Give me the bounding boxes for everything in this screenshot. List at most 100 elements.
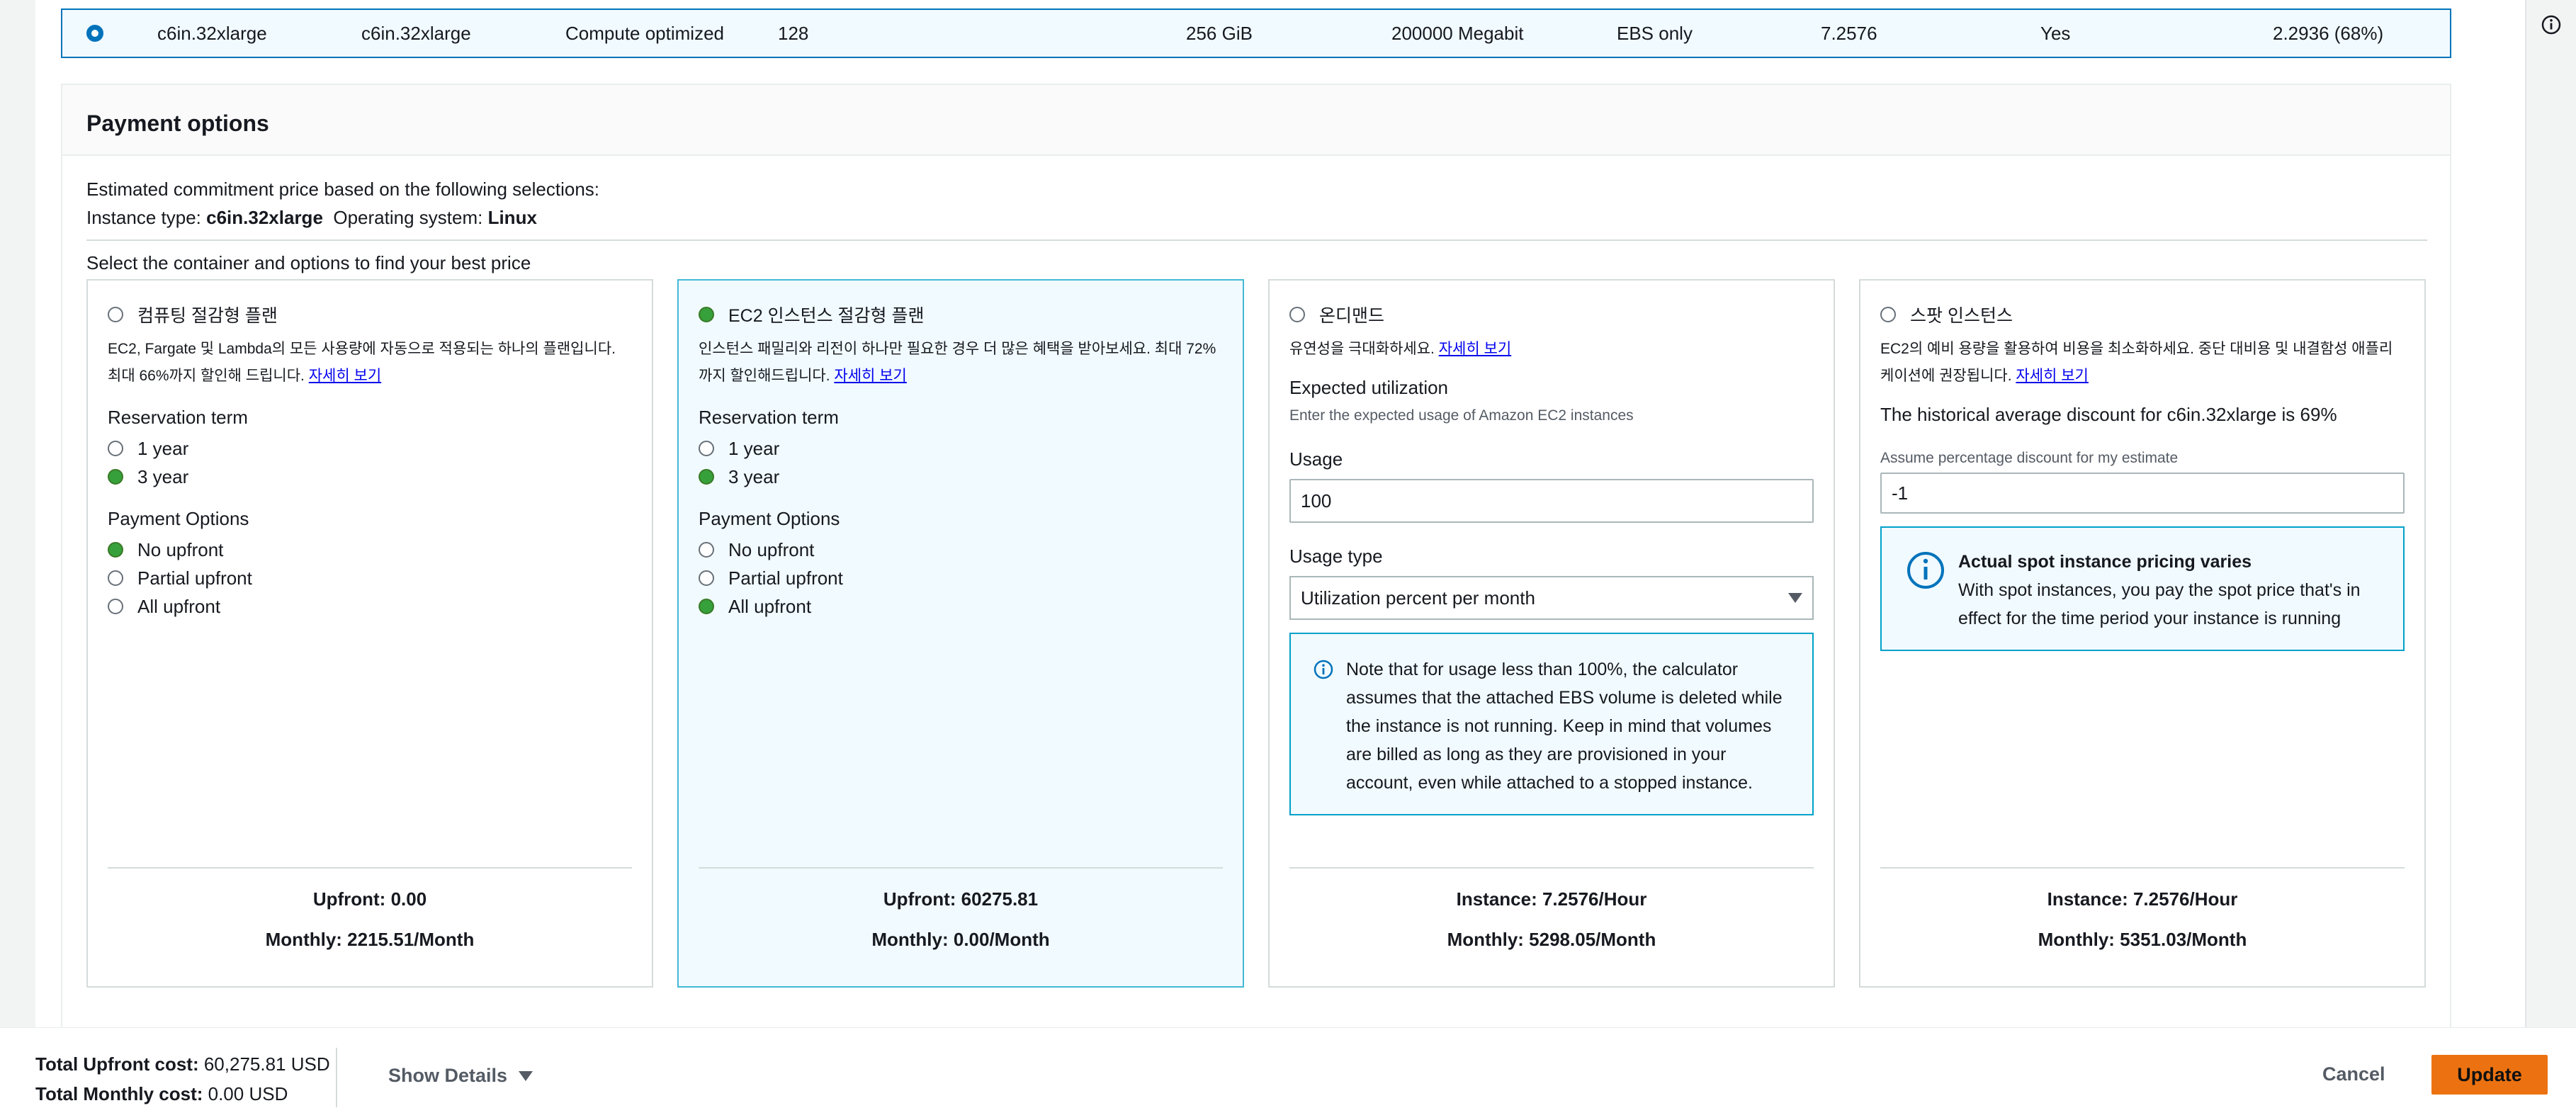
radio-off-icon[interactable] (108, 570, 123, 586)
ec2-term-3yr[interactable]: 3 year (699, 463, 1223, 491)
card-compute-title: 컴퓨팅 절감형 플랜 (137, 306, 278, 326)
card-spot-learn-more-link[interactable]: 자세히 보기 (2016, 368, 2088, 384)
assume-discount-value: -1 (1892, 482, 1909, 504)
instance-type-label: Instance type: (86, 207, 201, 228)
os-label: Operating system: (333, 207, 483, 228)
row-flag: Yes (2040, 22, 2071, 44)
card-ondemand-radio[interactable] (1289, 307, 1305, 322)
payment-options-section: Payment options Estimated commitment pri… (61, 84, 2451, 1027)
spot-alert-title: Actual spot instance pricing varies (1958, 552, 2252, 572)
radio-off-icon[interactable] (108, 441, 123, 456)
row-savings: 2.2936 (68%) (2273, 22, 2384, 44)
card-compute-savings-plan[interactable]: 컴퓨팅 절감형 플랜 EC2, Fargate 및 Lambda의 모든 사용량… (86, 279, 653, 988)
radio-on-icon[interactable] (108, 469, 123, 485)
ec2-term-1yr-label: 1 year (728, 437, 780, 459)
ec2-pay-partial-upfront[interactable]: Partial upfront (699, 564, 1223, 592)
expected-utilization-help: Enter the expected usage of Amazon EC2 i… (1289, 407, 1634, 424)
spot-pricing-alert: Actual spot instance pricing varies With… (1880, 526, 2405, 651)
radio-on-icon[interactable] (699, 469, 714, 485)
usage-type-value: Utilization percent per month (1301, 587, 1535, 609)
usage-input-value: 100 (1301, 490, 1332, 511)
card-ondemand-desc-text: 유연성을 극대화하세요. (1289, 341, 1435, 357)
card-ondemand-learn-more-link[interactable]: 자세히 보기 (1439, 341, 1511, 357)
spot-monthly-price: Monthly: 5351.03/Month (2038, 929, 2247, 950)
card-ec2-instance-savings-plan[interactable]: EC2 인스턴스 절감형 플랜 인스턴스 패밀리와 리전이 하나만 필요한 경우… (677, 279, 1244, 988)
compute-term-1yr[interactable]: 1 year (108, 434, 632, 463)
compute-term-3yr[interactable]: 3 year (108, 463, 632, 491)
row-memory: 256 GiB (1186, 22, 1253, 44)
card-ec2-title: EC2 인스턴스 절감형 플랜 (728, 306, 925, 326)
ec2-pay-partial-label: Partial upfront (728, 567, 843, 589)
total-upfront: Total Upfront cost: 60,275.81 USD (35, 1053, 330, 1075)
caret-down-icon (519, 1070, 533, 1081)
row-storage: EBS only (1617, 22, 1693, 44)
card-ec2-learn-more-link[interactable]: 자세히 보기 (834, 368, 906, 384)
total-monthly: Total Monthly cost: 0.00 USD (35, 1083, 288, 1105)
ec2-pay-all-upfront[interactable]: All upfront (699, 592, 1223, 621)
row-radio-selected[interactable] (86, 25, 103, 42)
card-spot-title: 스팟 인스턴스 (1910, 306, 2013, 326)
compute-pay-no-upfront[interactable]: No upfront (108, 536, 632, 564)
assume-discount-input[interactable]: -1 (1880, 473, 2405, 514)
ec2-pay-all-label: All upfront (728, 595, 812, 617)
ec2-payment-label: Payment Options (699, 508, 840, 529)
compute-term-3yr-label: 3 year (137, 465, 189, 487)
compute-upfront-price: Upfront: 0.00 (312, 888, 427, 910)
selected-instance-row[interactable]: c6in.32xlarge c6in.32xlarge Compute opti… (61, 9, 2451, 58)
compute-pay-no-label: No upfront (137, 538, 224, 560)
card-spot-radio[interactable] (1880, 307, 1896, 322)
radio-on-icon[interactable] (108, 542, 123, 558)
compute-pay-all-label: All upfront (137, 595, 221, 617)
radio-off-icon[interactable] (108, 599, 123, 614)
info-icon[interactable] (2541, 14, 2562, 35)
total-upfront-value: 60,275.81 USD (203, 1053, 330, 1075)
ec2-term-label: Reservation term (699, 407, 839, 428)
section-divider (86, 239, 2427, 241)
row-family: Compute optimized (565, 22, 724, 44)
ec2-upfront-price: Upfront: 60275.81 (883, 888, 1039, 910)
card-compute-radio[interactable] (108, 307, 123, 322)
row-vcpus: 128 (778, 22, 809, 44)
instance-type-value: c6in.32xlarge (206, 207, 323, 228)
radio-off-icon[interactable] (699, 441, 714, 456)
ec2-pay-no-upfront[interactable]: No upfront (699, 536, 1223, 564)
show-details-label: Show Details (388, 1065, 508, 1086)
radio-off-icon[interactable] (699, 570, 714, 586)
radio-off-icon[interactable] (699, 542, 714, 558)
card-compute-desc: EC2, Fargate 및 Lambda의 모든 사용량에 자동으로 적용되는… (108, 336, 632, 390)
row-instance-name: c6in.32xlarge (157, 22, 267, 44)
card-spot-title-row[interactable]: 스팟 인스턴스 (1880, 302, 2405, 327)
update-button[interactable]: Update (2431, 1055, 2548, 1095)
usage-type-label: Usage type (1289, 545, 1383, 567)
card-on-demand[interactable]: 온디맨드 유연성을 극대화하세요. 자세히 보기 Expected utiliz… (1268, 279, 1835, 988)
card-compute-learn-more-link[interactable]: 자세히 보기 (309, 368, 381, 384)
cancel-button[interactable]: Cancel (2322, 1063, 2385, 1085)
os-value: Linux (487, 207, 537, 228)
usage-note-box: Note that for usage less than 100%, the … (1289, 633, 1814, 815)
usage-note-text: Note that for usage less than 100%, the … (1346, 660, 1783, 793)
card-ec2-title-row[interactable]: EC2 인스턴스 절감형 플랜 (699, 302, 1223, 327)
usage-input[interactable]: 100 (1289, 479, 1814, 523)
card-compute-footer: Upfront: 0.00 Monthly: 2215.51/Month (108, 867, 632, 951)
compute-pay-all-upfront[interactable]: All upfront (108, 592, 632, 621)
payment-options-title: Payment options (86, 111, 269, 136)
compute-pay-partial-label: Partial upfront (137, 567, 252, 589)
card-compute-title-row[interactable]: 컴퓨팅 절감형 플랜 (108, 302, 632, 327)
info-icon (1907, 552, 1944, 589)
compute-term-1yr-label: 1 year (137, 437, 189, 459)
card-spot-instance[interactable]: 스팟 인스턴스 EC2의 예비 용량을 활용하여 비용을 최소화하세요. 중단 … (1859, 279, 2426, 988)
card-spot-footer: Instance: 7.2576/Hour Monthly: 5351.03/M… (1880, 867, 2405, 951)
card-ec2-radio[interactable] (699, 307, 714, 322)
card-ec2-footer: Upfront: 60275.81 Monthly: 0.00/Month (699, 867, 1223, 951)
compute-term-label: Reservation term (108, 407, 248, 428)
radio-on-icon[interactable] (699, 599, 714, 614)
compute-monthly-price: Monthly: 2215.51/Month (265, 929, 475, 950)
ec2-pay-no-label: No upfront (728, 538, 815, 560)
ec2-term-1yr[interactable]: 1 year (699, 434, 1223, 463)
compute-pay-partial-upfront[interactable]: Partial upfront (108, 564, 632, 592)
ec2-term-3yr-label: 3 year (728, 465, 780, 487)
card-ondemand-title-row[interactable]: 온디맨드 (1289, 302, 1814, 327)
usage-type-select[interactable]: Utilization percent per month (1289, 576, 1814, 620)
show-details-toggle[interactable]: Show Details (388, 1065, 533, 1087)
card-ondemand-footer: Instance: 7.2576/Hour Monthly: 5298.05/M… (1289, 867, 1814, 951)
